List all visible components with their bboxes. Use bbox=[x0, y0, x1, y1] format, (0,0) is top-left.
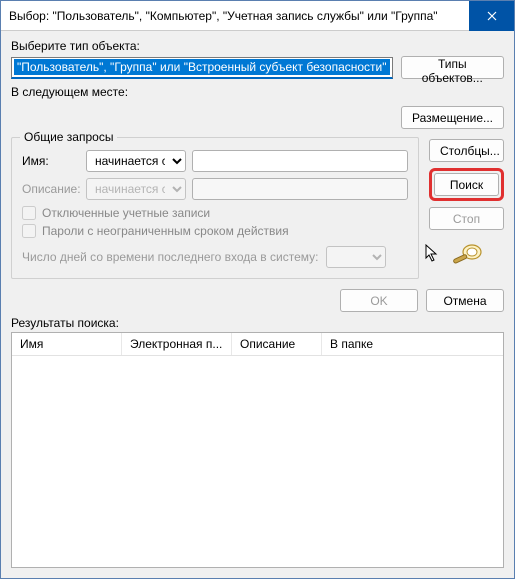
object-type-field[interactable]: "Пользователь", "Группа" или "Встроенный… bbox=[11, 57, 393, 79]
col-name[interactable]: Имя bbox=[12, 333, 122, 355]
search-button-highlight: Поиск bbox=[429, 168, 504, 201]
results-header: Имя Электронная п... Описание В папке bbox=[12, 333, 503, 356]
cursor-icon bbox=[425, 244, 439, 262]
col-folder[interactable]: В папке bbox=[322, 333, 503, 355]
col-email[interactable]: Электронная п... bbox=[122, 333, 232, 355]
titlebar: Выбор: "Пользователь", "Компьютер", "Уче… bbox=[1, 1, 514, 31]
object-types-button[interactable]: Типы объектов... bbox=[401, 56, 504, 79]
location-label: В следующем месте: bbox=[11, 85, 504, 99]
columns-button[interactable]: Столбцы... bbox=[429, 139, 504, 162]
days-since-logon-label: Число дней со времени последнего входа в… bbox=[22, 250, 318, 264]
stop-button[interactable]: Стоп bbox=[429, 207, 504, 230]
object-type-label: Выберите тип объекта: bbox=[11, 39, 504, 53]
name-label: Имя: bbox=[22, 154, 80, 168]
object-type-value: "Пользователь", "Группа" или "Встроенный… bbox=[14, 59, 390, 75]
name-match-combo[interactable]: начинается с bbox=[86, 150, 186, 172]
nonexpiring-pwd-checkbox[interactable] bbox=[22, 224, 36, 238]
ok-button[interactable]: OK bbox=[340, 289, 418, 312]
close-icon bbox=[487, 11, 497, 21]
results-label: Результаты поиска: bbox=[11, 316, 504, 330]
location-button[interactable]: Размещение... bbox=[401, 106, 504, 129]
desc-input[interactable] bbox=[192, 178, 408, 200]
disabled-accounts-label: Отключенные учетные записи bbox=[42, 206, 210, 220]
cancel-button[interactable]: Отмена bbox=[426, 289, 504, 312]
desc-match-combo[interactable]: начинается с bbox=[86, 178, 186, 200]
window-title: Выбор: "Пользователь", "Компьютер", "Уче… bbox=[9, 9, 469, 23]
results-list[interactable]: Имя Электронная п... Описание В папке bbox=[11, 332, 504, 568]
side-buttons: Столбцы... Поиск Стоп bbox=[429, 137, 504, 279]
desc-label: Описание: bbox=[22, 182, 80, 196]
col-description[interactable]: Описание bbox=[232, 333, 322, 355]
common-queries-group: Общие запросы Имя: начинается с Описание… bbox=[11, 137, 419, 279]
dialog-body: Выберите тип объекта: "Пользователь", "Г… bbox=[1, 31, 514, 578]
name-input[interactable] bbox=[192, 150, 408, 172]
disabled-accounts-checkbox[interactable] bbox=[22, 206, 36, 220]
common-queries-legend: Общие запросы bbox=[20, 130, 117, 144]
days-combo[interactable] bbox=[326, 246, 386, 268]
find-icon bbox=[450, 242, 484, 268]
nonexpiring-pwd-label: Пароли с неограниченным сроком действия bbox=[42, 224, 289, 238]
search-button[interactable]: Поиск bbox=[434, 173, 499, 196]
close-button[interactable] bbox=[469, 1, 514, 31]
